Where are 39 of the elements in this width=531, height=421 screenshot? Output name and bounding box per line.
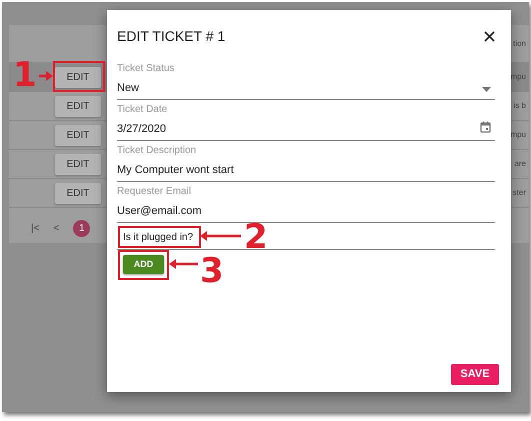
form-field[interactable]: Ticket Status New	[117, 59, 495, 100]
page-button[interactable]: 1	[73, 220, 90, 237]
step-number: 3	[200, 254, 224, 288]
step-number: 2	[244, 220, 268, 254]
form-field[interactable]: Requester Email User@email.com	[117, 182, 495, 223]
edit-button[interactable]: EDIT	[55, 66, 101, 88]
form-field[interactable]: Ticket Date 3/27/2020	[117, 100, 495, 141]
highlight-box	[53, 61, 105, 92]
table-cell: mpu	[510, 129, 526, 141]
edit-button[interactable]: EDIT	[55, 154, 101, 174]
close-icon[interactable]	[484, 31, 495, 42]
arrow-icon	[39, 71, 53, 81]
table-cell: is b	[514, 100, 526, 112]
field-label: Ticket Date	[117, 104, 168, 116]
table-cell: ster	[512, 187, 526, 199]
note-field[interactable]: Is it plugged in?	[118, 226, 201, 248]
add-button[interactable]: ADD	[123, 255, 164, 274]
arrow-icon	[200, 231, 241, 241]
field-value: 3/27/2020	[117, 122, 166, 136]
edit-button[interactable]: EDIT	[55, 96, 101, 116]
field-label: Ticket Status	[117, 62, 174, 74]
previous-page-button[interactable]: <	[53, 221, 60, 236]
dropdown-caret-icon[interactable]	[482, 87, 491, 92]
field-value: User@email.com	[117, 204, 202, 218]
first-page-button[interactable]: |<	[31, 221, 40, 236]
table-cell: mpu	[510, 71, 526, 83]
step-number: 1	[13, 58, 37, 92]
modal-title: EDIT TICKET # 1	[117, 28, 226, 45]
field-label: Ticket Description	[117, 144, 196, 156]
column-header: tion	[513, 38, 526, 50]
field-value: New	[117, 80, 140, 96]
table-cell: are	[514, 158, 526, 170]
save-button[interactable]: SAVE	[451, 364, 499, 385]
field-label: Requester Email	[117, 186, 191, 198]
edit-button[interactable]: EDIT	[55, 182, 101, 204]
edit-button[interactable]: EDIT	[55, 124, 101, 146]
field-value: My Computer wont start	[117, 162, 234, 178]
form-field[interactable]: Ticket Description My Computer wont start	[117, 141, 495, 182]
calendar-icon[interactable]	[480, 121, 491, 133]
